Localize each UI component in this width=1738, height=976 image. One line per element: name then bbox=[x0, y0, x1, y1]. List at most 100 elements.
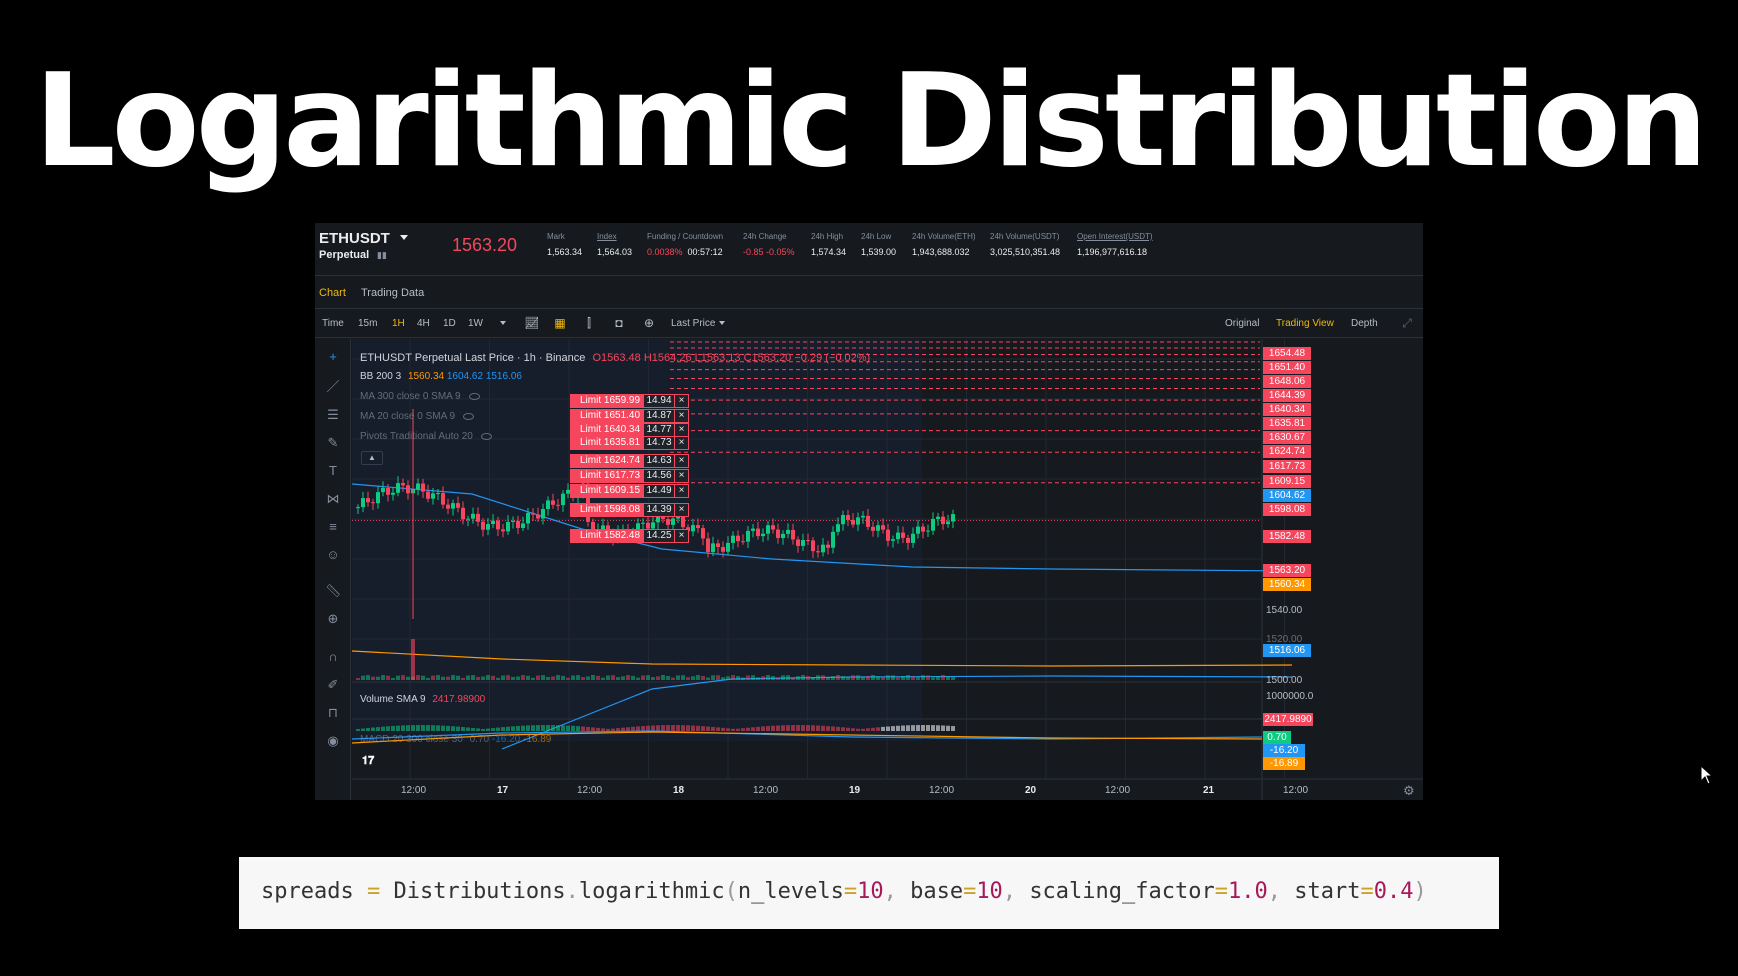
stat-open-interest: Open Interest(USDT) 1,196,977,616.18 bbox=[1077, 232, 1153, 257]
horizontal-lines-icon[interactable]: ☰ bbox=[325, 407, 341, 423]
macd-bar bbox=[576, 726, 580, 731]
volume-bar bbox=[631, 675, 635, 680]
crosshair-icon[interactable]: + bbox=[325, 349, 341, 365]
view-original[interactable]: Original bbox=[1225, 318, 1259, 329]
candle-body bbox=[536, 514, 540, 519]
code-comma: , bbox=[883, 879, 911, 904]
gear-icon[interactable]: ⚙ bbox=[1403, 783, 1415, 799]
pattern-icon[interactable]: ⋈ bbox=[325, 491, 341, 507]
candle-body bbox=[506, 521, 510, 532]
tab-chart[interactable]: Chart bbox=[319, 287, 346, 299]
volume-bar bbox=[416, 675, 420, 680]
candle-body bbox=[391, 492, 395, 495]
interval-1h[interactable]: 1H bbox=[392, 318, 405, 329]
limit-order[interactable]: Limit 1617.73 14.56 × bbox=[570, 469, 689, 483]
volume-bar bbox=[766, 675, 770, 680]
volume-bar bbox=[386, 675, 390, 680]
cancel-order-icon[interactable]: × bbox=[675, 409, 689, 423]
limit-order[interactable]: Limit 1651.40 14.87 × bbox=[570, 409, 689, 423]
cancel-order-icon[interactable]: × bbox=[675, 423, 689, 437]
macd-bar bbox=[551, 725, 555, 731]
interval-1d[interactable]: 1D bbox=[443, 318, 456, 329]
volume-bar bbox=[721, 677, 725, 680]
camera-icon[interactable]: ◘ bbox=[611, 315, 627, 331]
code-var: spreads bbox=[261, 879, 354, 904]
indicators-icon[interactable]: 📈︎ bbox=[524, 315, 540, 331]
hidden-eye-icon[interactable] bbox=[468, 392, 480, 400]
ruler-icon[interactable]: 📏︎ bbox=[325, 583, 342, 599]
text-icon[interactable]: T bbox=[325, 463, 341, 479]
cancel-order-icon[interactable]: × bbox=[675, 436, 689, 450]
mouse-cursor-icon bbox=[1700, 765, 1714, 785]
candle-body bbox=[491, 520, 495, 525]
contract-info-icon[interactable]: ▮▮ bbox=[377, 250, 387, 261]
price-type-select[interactable]: Last Price bbox=[671, 318, 726, 329]
symbol-selector[interactable]: ETHUSDT bbox=[319, 230, 390, 247]
macd-bar bbox=[436, 725, 440, 731]
macd-bar bbox=[391, 725, 395, 731]
volume-bar bbox=[776, 677, 780, 680]
pivots-legend[interactable]: Pivots Traditional Auto 20 bbox=[360, 431, 492, 442]
limit-order[interactable]: Limit 1609.15 14.49 × bbox=[570, 484, 689, 498]
trend-line-icon[interactable]: ／ bbox=[325, 379, 341, 395]
ma20-legend[interactable]: MA 20 close 0 SMA 9 bbox=[360, 411, 475, 422]
cancel-order-icon[interactable]: × bbox=[675, 529, 689, 543]
candle-body bbox=[836, 524, 840, 532]
limit-order[interactable]: Limit 1624.74 14.63 × bbox=[570, 454, 689, 468]
interval-15m[interactable]: 15m bbox=[358, 318, 377, 329]
interval-1w[interactable]: 1W bbox=[468, 318, 483, 329]
volume-bar bbox=[621, 676, 625, 680]
interval-4h[interactable]: 4H bbox=[417, 318, 430, 329]
limit-order[interactable]: Limit 1598.08 14.39 × bbox=[570, 503, 689, 517]
limit-order[interactable]: Limit 1640.34 14.77 × bbox=[570, 423, 689, 437]
legend-high: H1564.26 bbox=[643, 352, 692, 364]
zoom-in-icon[interactable]: ⊕ bbox=[325, 611, 341, 627]
hidden-eye-icon[interactable] bbox=[480, 432, 492, 440]
stat-label[interactable]: Index bbox=[597, 232, 632, 241]
stat-label[interactable]: Open Interest(USDT) bbox=[1077, 232, 1153, 241]
code-arg-value: 10 bbox=[857, 879, 884, 904]
volume-bar bbox=[486, 675, 490, 680]
view-trading-view[interactable]: Trading View bbox=[1276, 318, 1334, 329]
add-icon[interactable]: ⊕ bbox=[641, 315, 657, 331]
macd-bar bbox=[641, 726, 645, 731]
lock-drawings-icon[interactable]: ✐ bbox=[325, 677, 341, 693]
volume-bar bbox=[841, 676, 845, 680]
bb-mid-axis-label: 1560.34 bbox=[1263, 578, 1311, 591]
macd-axis-label: 0.70 bbox=[1263, 731, 1291, 744]
code-paren: ( bbox=[724, 879, 738, 904]
calculator-icon[interactable]: ▦ bbox=[552, 315, 568, 331]
limit-order[interactable]: Limit 1635.81 14.73 × bbox=[570, 436, 689, 450]
stat-index: Index 1,564.03 bbox=[597, 232, 632, 257]
lock-icon[interactable]: ⊓ bbox=[325, 705, 341, 721]
collapse-legend-button[interactable]: ▲ bbox=[361, 451, 383, 465]
candle-body bbox=[721, 547, 725, 552]
view-depth[interactable]: Depth bbox=[1351, 318, 1378, 329]
cancel-order-icon[interactable]: × bbox=[675, 394, 689, 408]
symbol-dropdown-icon[interactable] bbox=[400, 235, 408, 240]
limit-order[interactable]: Limit 1582.48 14.25 × bbox=[570, 529, 689, 543]
eye-icon[interactable]: ◉ bbox=[325, 733, 341, 749]
emoji-icon[interactable]: ☺ bbox=[325, 547, 341, 563]
volume-bar bbox=[706, 677, 710, 680]
limit-order[interactable]: Limit 1659.99 14.94 × bbox=[570, 394, 689, 408]
hidden-eye-icon[interactable] bbox=[463, 412, 475, 420]
ma300-legend[interactable]: MA 300 close 0 SMA 9 bbox=[360, 391, 480, 402]
candle-body bbox=[396, 483, 400, 493]
magnet-icon[interactable]: ∩ bbox=[325, 649, 341, 665]
cancel-order-icon[interactable]: × bbox=[675, 484, 689, 498]
fullscreen-icon[interactable]: ⤢ bbox=[1399, 315, 1415, 331]
volume-bar bbox=[516, 676, 520, 680]
cancel-order-icon[interactable]: × bbox=[675, 454, 689, 468]
volume-bar bbox=[646, 675, 650, 680]
chart-type-icon[interactable]: ⫿ bbox=[581, 315, 597, 331]
cancel-order-icon[interactable]: × bbox=[675, 503, 689, 517]
macd-bar bbox=[726, 728, 730, 731]
more-intervals-icon[interactable] bbox=[496, 318, 506, 329]
brush-icon[interactable]: ✎ bbox=[325, 435, 341, 451]
cancel-order-icon[interactable]: × bbox=[675, 469, 689, 483]
volume-axis-label: 2417.9890 bbox=[1263, 713, 1313, 726]
fib-icon[interactable]: ≡ bbox=[325, 519, 341, 535]
tab-trading-data[interactable]: Trading Data bbox=[361, 287, 424, 299]
macd-bar bbox=[951, 726, 955, 731]
